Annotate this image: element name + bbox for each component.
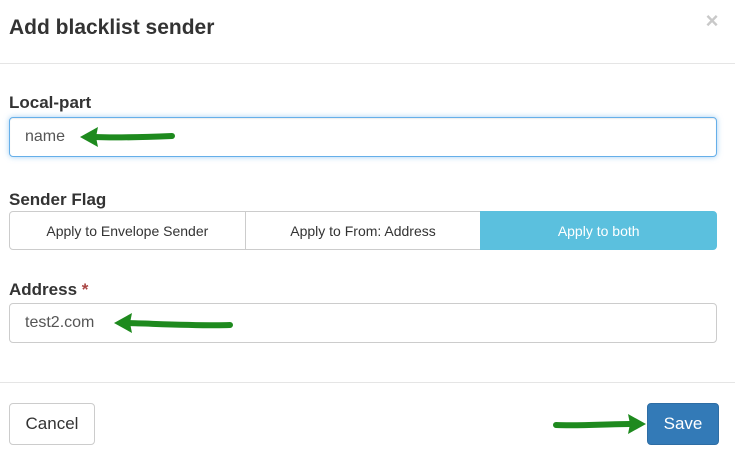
cancel-button[interactable]: Cancel <box>9 403 95 445</box>
green-arrow-icon <box>553 414 646 434</box>
save-button[interactable]: Save <box>647 403 719 445</box>
dialog-header: Add blacklist sender × <box>0 0 735 64</box>
sender-flag-label: Sender Flag <box>9 190 107 209</box>
sender-flag-toggle-group: Apply to Envelope Sender Apply to From: … <box>9 211 718 250</box>
dialog-title: Add blacklist sender <box>9 16 215 39</box>
close-icon[interactable]: × <box>701 8 723 34</box>
apply-to-from-address-button[interactable]: Apply to From: Address <box>244 211 482 250</box>
required-marker: * <box>81 280 89 299</box>
local-part-label: Local-part <box>9 93 92 112</box>
address-label: Address * <box>9 280 88 300</box>
apply-to-both-button[interactable]: Apply to both <box>480 211 718 250</box>
green-arrow-icon <box>80 127 175 147</box>
address-label-text: Address <box>9 280 78 299</box>
add-blacklist-sender-dialog: Add blacklist sender × Local-part Sender… <box>0 0 735 460</box>
apply-to-envelope-sender-button[interactable]: Apply to Envelope Sender <box>9 211 246 250</box>
green-arrow-icon <box>114 313 233 333</box>
